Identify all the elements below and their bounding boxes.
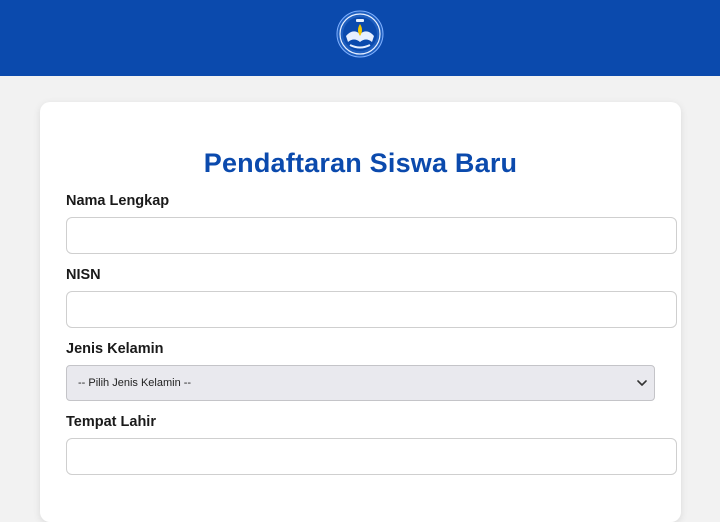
label-nama-lengkap: Nama Lengkap (66, 193, 170, 209)
label-nisn: NISN (66, 267, 101, 283)
tempat-lahir-input[interactable] (66, 438, 677, 475)
top-header-bar (0, 0, 720, 76)
tut-wuri-handayani-logo-icon (336, 10, 384, 58)
nisn-input[interactable] (66, 291, 677, 328)
jenis-kelamin-select[interactable]: -- Pilih Jenis Kelamin -- (66, 365, 655, 401)
jenis-kelamin-selected: -- Pilih Jenis Kelamin -- (78, 377, 192, 389)
label-tempat-lahir: Tempat Lahir (66, 414, 156, 430)
chevron-down-icon (637, 380, 647, 386)
nama-lengkap-input[interactable] (66, 217, 677, 254)
label-jenis-kelamin: Jenis Kelamin (66, 341, 164, 357)
registration-form-card: Pendaftaran Siswa Baru Nama Lengkap NISN… (40, 102, 681, 522)
form-title: Pendaftaran Siswa Baru (203, 148, 518, 178)
